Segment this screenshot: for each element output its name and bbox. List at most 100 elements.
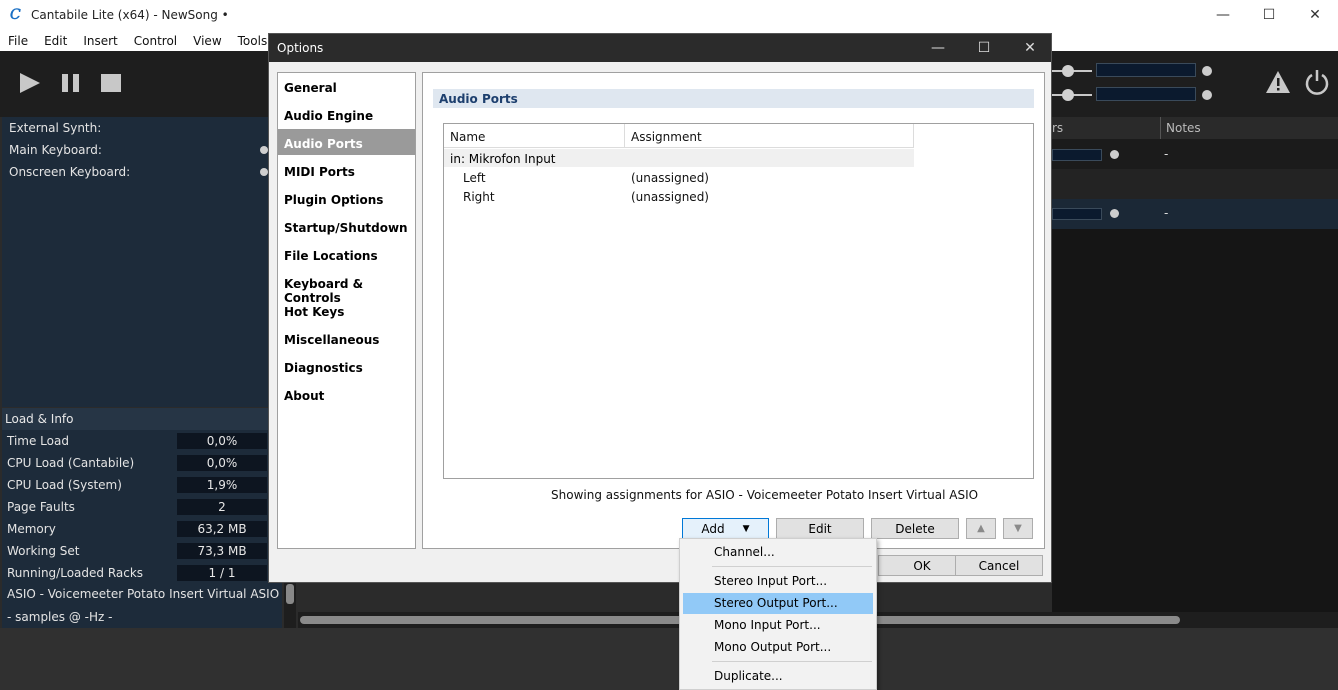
load-value: 2 (177, 499, 267, 515)
play-icon[interactable] (18, 71, 42, 95)
load-value: 0,0% (177, 455, 267, 471)
route-led (1110, 150, 1119, 159)
nav-about[interactable]: About (278, 381, 415, 407)
load-label: CPU Load (Cantabile) (7, 456, 135, 470)
warning-icon[interactable] (1265, 69, 1291, 95)
dialog-title: Options (277, 41, 324, 55)
add-button-label: Add (701, 521, 725, 536)
options-nav-list: General Audio Engine Audio Ports MIDI Po… (277, 72, 416, 549)
port-name-left[interactable]: Left (463, 171, 486, 185)
ports-table[interactable]: Name Assignment in: Mikrofon Input Left … (443, 123, 1034, 479)
add-button[interactable]: Add ▼ (682, 518, 769, 539)
window-title: Cantabile Lite (x64) - NewSong • (31, 8, 229, 22)
nav-startup-shutdown[interactable]: Startup/Shutdown (278, 213, 415, 239)
routing-header: rs Notes (1052, 117, 1338, 139)
column-divider (1160, 117, 1161, 139)
load-row-cpu-cantabile: CPU Load (Cantabile) 0,0% (7, 452, 275, 474)
nav-hot-keys[interactable]: Hot Keys (278, 297, 415, 323)
route-meter (1052, 149, 1102, 161)
move-down-button[interactable]: ▼ (1003, 518, 1033, 539)
load-value: 1,9% (177, 477, 267, 493)
nav-miscellaneous[interactable]: Miscellaneous (278, 325, 415, 351)
external-synth-label: External Synth: (9, 121, 102, 135)
column-header-assignment[interactable]: Assignment (625, 124, 914, 148)
load-row-time: Time Load 0,0% (7, 430, 275, 452)
main-keyboard-led (260, 146, 268, 154)
minimize-button[interactable]: — (1200, 0, 1246, 30)
meter-led (1202, 90, 1212, 100)
route-notes-value: - (1164, 206, 1169, 220)
nav-plugin-options[interactable]: Plugin Options (278, 185, 415, 211)
dialog-maximize-button[interactable]: ☐ (961, 34, 1007, 62)
meter-led (1202, 66, 1212, 76)
menu-separator (712, 566, 872, 567)
main-keyboard-label: Main Keyboard: (9, 143, 102, 157)
edit-button[interactable]: Edit (776, 518, 864, 539)
menu-view[interactable]: View (185, 34, 229, 48)
route-led (1110, 209, 1119, 218)
nav-file-locations[interactable]: File Locations (278, 241, 415, 267)
power-icon[interactable] (1303, 68, 1331, 96)
dialog-close-button[interactable]: ✕ (1007, 34, 1053, 62)
nav-keyboard-controls[interactable]: Keyboard & Controls (278, 269, 415, 305)
load-value: 1 / 1 (177, 565, 267, 581)
route-meter (1052, 208, 1102, 220)
sample-rate-status: - samples @ -Hz - (7, 610, 113, 624)
stop-icon[interactable] (100, 72, 122, 94)
column-header-name[interactable]: Name (444, 124, 625, 148)
assignment-driver-info: Showing assignments for ASIO - Voicemeet… (551, 488, 979, 502)
menu-control[interactable]: Control (126, 34, 185, 48)
app-logo-icon: 𝐶 (10, 7, 21, 23)
volume-slider-knob[interactable] (1062, 89, 1074, 101)
routing-area: - - (1052, 117, 1338, 627)
arrow-down-icon: ▼ (1014, 523, 1022, 534)
nav-general[interactable]: General (278, 73, 415, 99)
menu-file[interactable]: File (0, 34, 36, 48)
nav-diagnostics[interactable]: Diagnostics (278, 353, 415, 379)
pause-icon[interactable] (60, 72, 82, 94)
port-assignment-right[interactable]: (unassigned) (631, 190, 709, 204)
menu-item-stereo-input-port[interactable]: Stereo Input Port... (683, 571, 873, 592)
bottom-area (0, 628, 1338, 690)
load-row-memory: Memory 63,2 MB (7, 518, 275, 540)
port-name-right[interactable]: Right (463, 190, 495, 204)
maximize-button[interactable]: ☐ (1246, 0, 1292, 30)
load-label: Working Set (7, 544, 80, 558)
port-assignment-left[interactable]: (unassigned) (631, 171, 709, 185)
vertical-scrollbar[interactable] (284, 580, 296, 628)
load-value: 73,3 MB (177, 543, 267, 559)
column-header-notes: Notes (1166, 121, 1201, 135)
load-value: 63,2 MB (177, 521, 267, 537)
load-row-racks: Running/Loaded Racks 1 / 1 (7, 562, 275, 584)
load-value: 0,0% (177, 433, 267, 449)
column-header-partial: rs (1052, 121, 1064, 135)
title-bar: 𝐶 Cantabile Lite (x64) - NewSong • — ☐ ✕ (0, 0, 1338, 30)
dialog-minimize-button[interactable]: — (915, 34, 961, 62)
ok-button[interactable]: OK (878, 555, 966, 576)
menu-edit[interactable]: Edit (36, 34, 75, 48)
menu-item-duplicate[interactable]: Duplicate... (683, 666, 873, 687)
audio-ports-page: Audio Ports Name Assignment in: Mikrofon… (422, 72, 1045, 549)
keyboards-panel: External Synth: Main Keyboard: Onscreen … (2, 117, 282, 407)
delete-button[interactable]: Delete (871, 518, 959, 539)
load-label: Memory (7, 522, 56, 536)
nav-audio-ports[interactable]: Audio Ports (278, 129, 415, 155)
menu-item-channel[interactable]: Channel... (683, 542, 873, 563)
audio-driver-status: ASIO - Voicemeeter Potato Insert Virtual… (7, 587, 280, 601)
cancel-button[interactable]: Cancel (955, 555, 1043, 576)
move-up-button[interactable]: ▲ (966, 518, 996, 539)
menu-item-mono-output-port[interactable]: Mono Output Port... (683, 637, 873, 658)
section-title: Audio Ports (433, 89, 1034, 108)
gain-slider-knob[interactable] (1062, 65, 1074, 77)
onscreen-keyboard-label: Onscreen Keyboard: (9, 165, 131, 179)
menu-item-mono-input-port[interactable]: Mono Input Port... (683, 615, 873, 636)
options-dialog: Options — ☐ ✕ General Audio Engine Audio… (268, 33, 1052, 583)
menu-item-stereo-output-port[interactable]: Stereo Output Port... (683, 593, 873, 614)
port-group-row[interactable]: in: Mikrofon Input (444, 149, 914, 167)
menu-insert[interactable]: Insert (75, 34, 125, 48)
nav-midi-ports[interactable]: MIDI Ports (278, 157, 415, 183)
close-button[interactable]: ✕ (1292, 0, 1338, 30)
dialog-title-bar: Options — ☐ ✕ (269, 34, 1051, 62)
chevron-down-icon: ▼ (742, 523, 750, 534)
nav-audio-engine[interactable]: Audio Engine (278, 101, 415, 127)
